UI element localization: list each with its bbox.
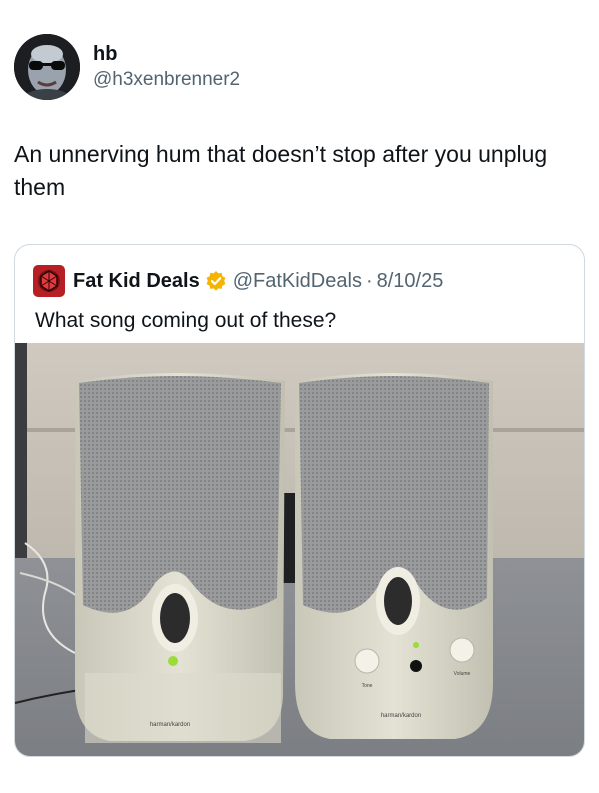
quoted-author-name[interactable]: Fat Kid Deals [73, 270, 200, 293]
author-name[interactable]: hb [93, 42, 240, 66]
svg-text:harman/kardon: harman/kardon [150, 722, 190, 728]
fat-kid-deals-logo-icon [33, 265, 65, 297]
quoted-tweet-header: Fat Kid Deals @FatKidDeals · 8/10/25 [33, 265, 443, 297]
quoted-tweet-text: What song coming out of these? [35, 309, 337, 332]
quoted-author-handle[interactable]: @FatKidDeals [233, 270, 362, 293]
author-avatar[interactable] [14, 34, 80, 100]
verified-badge-icon [206, 271, 226, 291]
quoted-tweet-date[interactable]: 8/10/25 [377, 270, 444, 293]
tweet-author: hb @h3xenbrenner2 [14, 34, 240, 100]
svg-text:Tone: Tone [362, 683, 373, 689]
svg-text:harman/kardon: harman/kardon [381, 713, 421, 719]
speakers-photo-icon: harman/kardon Tone Volume harman/kardon [15, 343, 584, 756]
svg-text:Volume: Volume [454, 671, 471, 677]
quoted-tweet-photo[interactable]: harman/kardon Tone Volume harman/kardon [15, 343, 584, 756]
quoted-tweet-card[interactable]: Fat Kid Deals @FatKidDeals · 8/10/25 Wha… [14, 244, 585, 757]
separator-dot: · [365, 269, 373, 292]
avatar-face-icon [14, 34, 80, 100]
tweet-text: An unnerving hum that doesn’t stop after… [14, 141, 548, 200]
author-handle[interactable]: @h3xenbrenner2 [93, 68, 240, 92]
quoted-author-avatar[interactable] [33, 265, 65, 297]
